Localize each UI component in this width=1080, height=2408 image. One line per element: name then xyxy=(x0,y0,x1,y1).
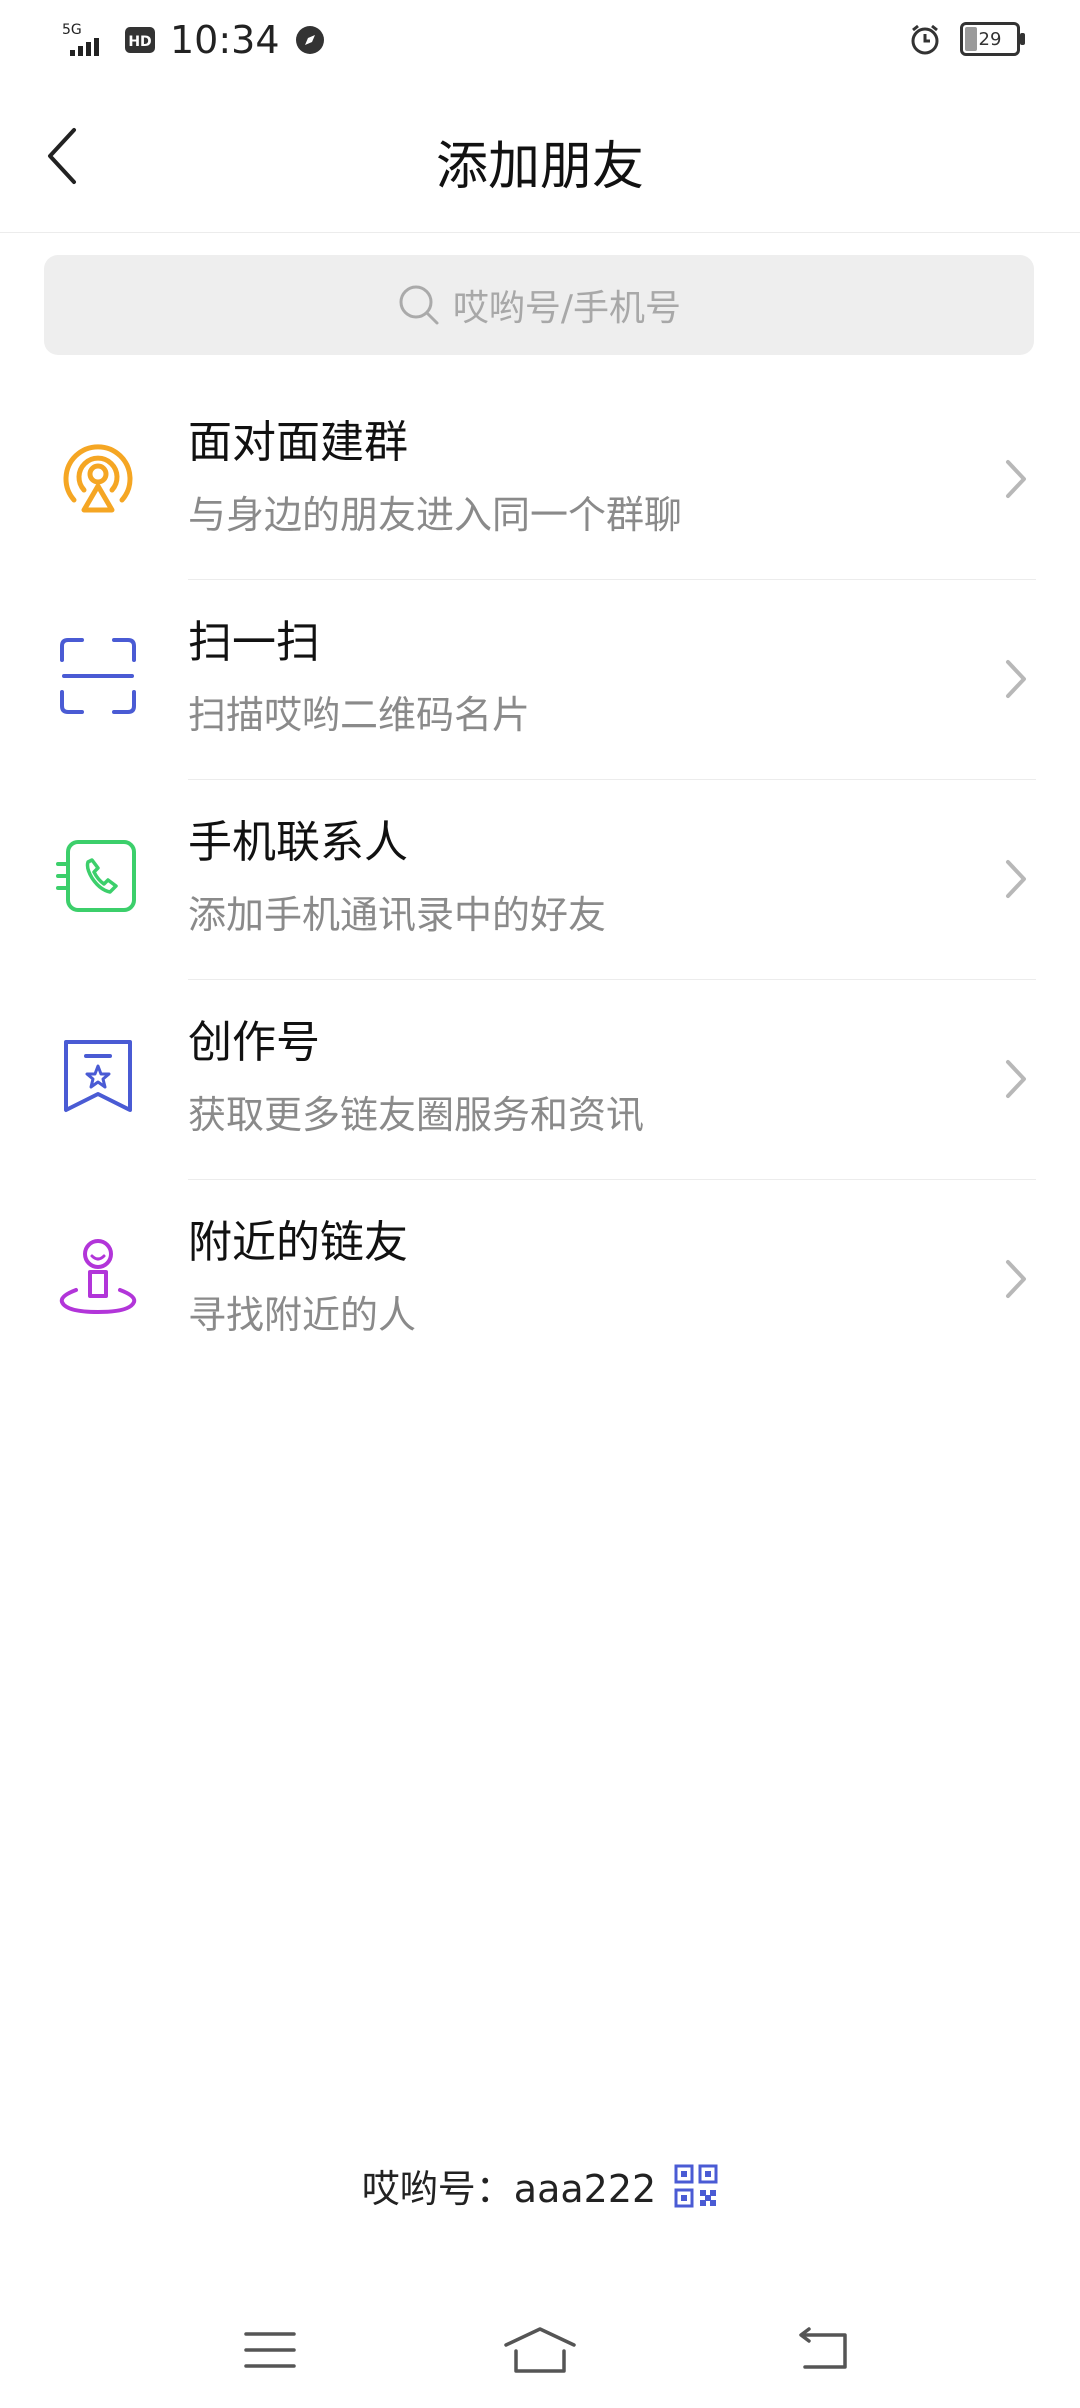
home-icon xyxy=(504,2327,576,2373)
radar-location-icon xyxy=(63,444,133,513)
nav-back-button[interactable] xyxy=(778,2320,868,2380)
network-type: 5G xyxy=(62,22,82,38)
list-item-phone-contacts[interactable]: 手机联系人 添加手机通讯录中的好友 xyxy=(0,780,1080,980)
svg-text:HD: HD xyxy=(128,34,151,50)
item-desc: 获取更多链友圈服务和资讯 xyxy=(188,1093,645,1137)
chevron-right-icon xyxy=(1006,460,1026,498)
signal-icon: 5G xyxy=(62,22,99,56)
alarm-icon xyxy=(911,24,939,55)
item-desc: 扫描哎哟二维码名片 xyxy=(188,693,531,737)
phone-contact-icon xyxy=(56,840,136,912)
item-title: 扫一扫 xyxy=(188,617,320,668)
chevron-right-icon xyxy=(1006,860,1026,898)
menu-icon xyxy=(244,2332,296,2368)
list-item-creator[interactable]: 创作号 获取更多链友圈服务和资讯 xyxy=(0,980,1080,1180)
scan-icon xyxy=(60,638,136,714)
search-placeholder: 哎哟号/手机号 xyxy=(452,288,682,329)
item-title: 创作号 xyxy=(188,1017,320,1068)
status-time: 10:34 xyxy=(170,18,280,62)
compass-icon xyxy=(295,26,324,54)
header: 添加朋友 xyxy=(0,80,1080,233)
chevron-right-icon xyxy=(1006,1260,1026,1298)
item-desc: 添加手机通讯录中的好友 xyxy=(188,893,607,937)
item-title: 面对面建群 xyxy=(188,417,408,468)
item-desc: 与身边的朋友进入同一个群聊 xyxy=(188,493,683,537)
battery-icon: 29 xyxy=(960,22,1025,56)
search-icon xyxy=(399,285,439,325)
nearby-people-icon xyxy=(59,1239,137,1315)
chevron-right-icon xyxy=(1006,660,1026,698)
option-list: 面对面建群 与身边的朋友进入同一个群聊 扫一扫 扫描哎哟二维码名片 手机联系人 … xyxy=(0,380,1080,1380)
status-left: 5G HD 10:34 xyxy=(60,18,326,62)
status-right: 29 xyxy=(908,22,1025,56)
list-item-scan[interactable]: 扫一扫 扫描哎哟二维码名片 xyxy=(0,580,1080,780)
nav-home-button[interactable] xyxy=(495,2320,585,2380)
item-title: 手机联系人 xyxy=(188,817,408,868)
search-input[interactable]: 哎哟号/手机号 xyxy=(44,255,1034,355)
item-title: 附近的链友 xyxy=(188,1217,408,1268)
nav-menu-button[interactable] xyxy=(225,2320,315,2380)
creator-badge-icon xyxy=(64,1040,132,1112)
item-desc: 寻找附近的人 xyxy=(188,1293,417,1337)
my-id-row: 哎哟号：aaa222 xyxy=(0,2158,1080,2213)
page-title: 添加朋友 xyxy=(435,137,644,197)
status-bar: 5G HD 10:34 29 xyxy=(0,0,1080,80)
chevron-right-icon xyxy=(1006,1060,1026,1098)
list-item-nearby[interactable]: 附近的链友 寻找附近的人 xyxy=(0,1180,1080,1380)
hd-icon: HD xyxy=(125,27,155,53)
system-nav-bar xyxy=(0,2300,1080,2400)
qr-code-icon[interactable] xyxy=(674,2164,718,2208)
battery-level: 29 xyxy=(978,28,1002,50)
list-item-face-to-face-group[interactable]: 面对面建群 与身边的朋友进入同一个群聊 xyxy=(0,380,1080,580)
my-id-label: 哎哟号：aaa222 xyxy=(361,2167,657,2211)
back-arrow-icon xyxy=(799,2327,847,2369)
